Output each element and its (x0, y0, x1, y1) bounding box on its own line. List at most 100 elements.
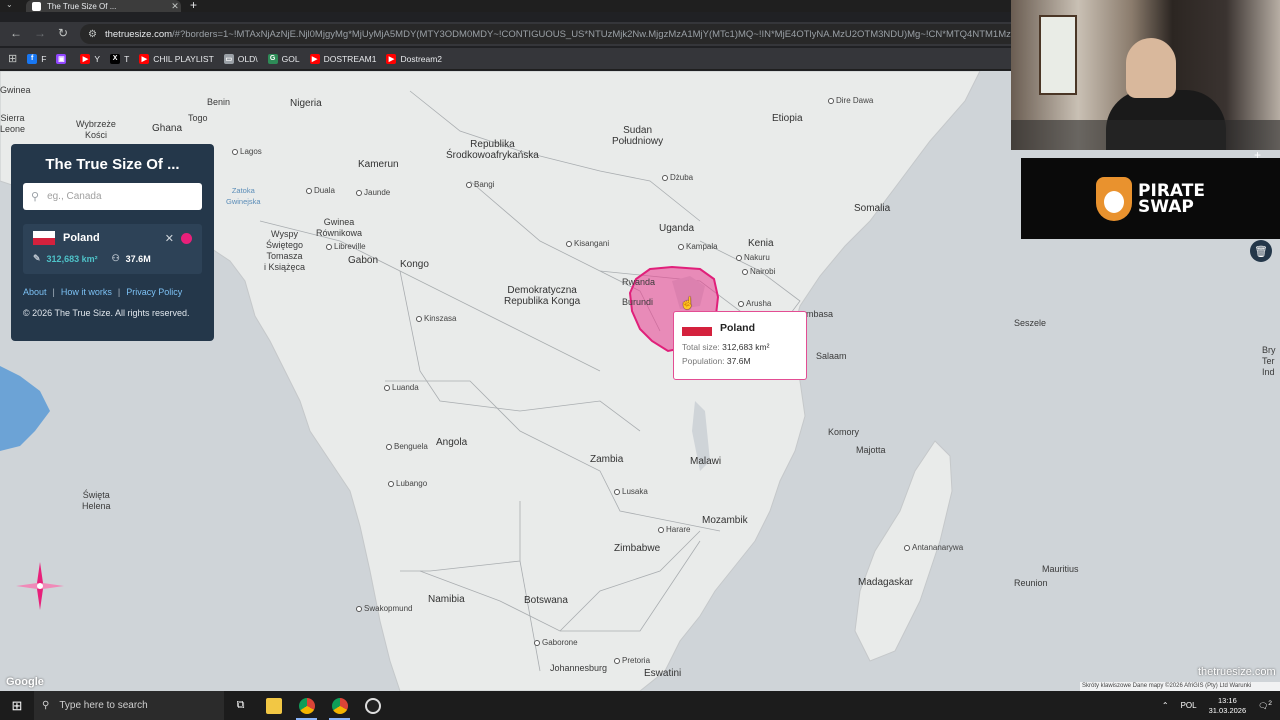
notification-icon[interactable]: 🗨2 (1258, 700, 1272, 711)
bookmark-item[interactable]: ▶ Dostream2 (386, 53, 442, 64)
panel-links: About | How it works | Privacy Policy (23, 287, 183, 297)
map-label: Zimbabwe (614, 543, 661, 554)
apps-icon[interactable]: ⊞ (8, 52, 17, 65)
map-label: Gwinea Równikowa (316, 217, 363, 238)
task-view-icon[interactable]: ⧉ (224, 691, 257, 720)
map-label: Angola (436, 437, 468, 448)
search-panel: The True Size Of ... ⚲ Poland ✕ ✎ 312,68… (11, 144, 214, 341)
bookmark-item[interactable]: ▣ (56, 53, 70, 64)
add-icon[interactable]: + (1254, 148, 1261, 162)
folder-icon: ▭ (223, 53, 234, 64)
map-label: Lagos (232, 146, 262, 157)
bookmark-item[interactable]: ▶ Y (80, 53, 100, 64)
trash-icon[interactable]: 🗑 (1250, 240, 1272, 262)
map-label: Swakopmund (356, 603, 412, 614)
bookmark-item[interactable]: ▭ OLD\ (223, 53, 258, 64)
map-label: Nakuru (736, 252, 770, 263)
color-picker-dot[interactable] (181, 233, 192, 244)
map-label: Madagaskar (858, 577, 914, 588)
tab-search-icon[interactable]: ⌄ (6, 0, 13, 9)
map-label: Demokratyczna Republika Konga (504, 285, 581, 307)
map-label: Republika Środkowoafrykańska (446, 139, 539, 161)
site-watermark: thetruesize.com (1198, 666, 1276, 678)
map-label: Johannesburg (550, 663, 608, 673)
map-label: Seszele (1014, 318, 1047, 328)
map-label: Kampala (678, 241, 718, 252)
map-label: Togo (188, 113, 208, 123)
bookmark-item[interactable]: ▶ DOSTREAM1 (309, 53, 376, 64)
country-search-input[interactable] (47, 191, 198, 202)
chrome-icon[interactable] (290, 691, 323, 720)
chrome-profile-icon[interactable] (323, 691, 356, 720)
google-logo[interactable]: Google (6, 676, 44, 688)
map-label: Antananarywa (904, 542, 963, 553)
windows-taskbar: ⊞ ⚲ Type here to search ⧉ ⌃ POL 13:16 31… (0, 691, 1280, 720)
map-label: Kamerun (358, 159, 399, 170)
search-icon: ⚲ (42, 700, 50, 711)
browser-tab-active[interactable]: The True Size Of ... ✕ (26, 0, 181, 12)
youtube-icon: ▶ (139, 53, 150, 64)
new-tab-button[interactable]: + (190, 0, 197, 12)
url-text[interactable]: thetruesize.com/#?borders=1~!MTAxNjAzNjE… (105, 29, 1020, 40)
bookmark-item[interactable]: ▶ CHIL PLAYLIST (139, 53, 214, 64)
file-explorer-icon[interactable] (257, 691, 290, 720)
hand-cursor-icon: ☝ (680, 296, 695, 310)
youtube-icon: ▶ (309, 53, 320, 64)
map-label: Jaunde (356, 187, 390, 198)
map-label: Burundi (622, 297, 654, 307)
map-label: Eswatini (644, 668, 682, 679)
map-label: Kinszasa (416, 313, 456, 324)
sponsor-banner: PIRATE SWAP (1021, 158, 1280, 239)
taskbar-search-placeholder: Type here to search (59, 700, 148, 711)
map-label: Malawi (690, 456, 722, 467)
map-label: Wybrzeże Kości (76, 119, 116, 140)
poland-flag-icon (33, 231, 55, 245)
chevron-up-icon[interactable]: ⌃ (1162, 701, 1169, 710)
site-info-icon[interactable]: ⚙ (88, 29, 97, 40)
population-icon: ⚇ (111, 253, 120, 263)
windows-start-icon[interactable]: ⊞ (0, 691, 34, 720)
map-attribution[interactable]: Skróty klawiszowe Dane mapy ©2026 AfriGI… (1080, 682, 1280, 691)
map-label: Mauritius (1042, 564, 1079, 574)
bookmark-item[interactable]: G GOL (267, 53, 300, 64)
map-label: Libreville (326, 241, 366, 252)
tab-close-icon[interactable]: ✕ (169, 1, 181, 12)
tooltip-population: Population: 37.6M (682, 356, 751, 366)
map-label: Harare (658, 524, 690, 535)
selected-country-card[interactable]: Poland ✕ ✎ 312,683 km² ⚇ 37.6M (23, 224, 202, 274)
map-label: Zatoka Gwinejska (226, 186, 261, 206)
map-label: Salaam (816, 351, 847, 361)
how-it-works-link[interactable]: How it works (61, 287, 112, 297)
map-label: Namibia (428, 594, 465, 605)
webcam-overlay (1011, 0, 1280, 150)
map-label: Kenia (748, 238, 774, 249)
country-population: 37.6M (125, 253, 151, 264)
obs-icon[interactable] (356, 691, 389, 720)
map-label: Sierra Leone (0, 113, 26, 134)
language-indicator[interactable]: POL (1181, 701, 1197, 710)
forward-icon[interactable]: → (34, 26, 46, 40)
country-search[interactable]: ⚲ (23, 183, 202, 210)
about-link[interactable]: About (23, 287, 47, 297)
remove-country-icon[interactable]: ✕ (165, 232, 174, 245)
bookmark-item[interactable]: XT (110, 53, 129, 64)
map-label: mbasa (806, 309, 834, 319)
map-label: Rwanda (622, 277, 656, 287)
bookmark-item[interactable]: fF (27, 53, 46, 64)
search-icon: ⚲ (31, 191, 40, 203)
back-icon[interactable]: ← (10, 26, 22, 40)
map-label: Duala (306, 185, 335, 196)
reload-icon[interactable]: ↻ (58, 26, 68, 40)
taskbar-search[interactable]: ⚲ Type here to search (34, 691, 224, 720)
country-name: Poland (63, 232, 100, 244)
privacy-policy-link[interactable]: Privacy Policy (126, 287, 182, 297)
map-label: Majotta (856, 445, 886, 455)
map-label: Święta Helena (82, 490, 111, 511)
address-bar[interactable]: ⚙ thetruesize.com/#?borders=1~!MTAxNjAzN… (80, 24, 1020, 44)
map-label: Dżuba (662, 172, 693, 183)
clock[interactable]: 13:16 31.03.2026 (1209, 696, 1247, 716)
poland-flag-icon (682, 327, 712, 336)
panel-title: The True Size Of ... (45, 156, 180, 173)
ruler-icon: ✎ (33, 253, 41, 263)
map-label: Arusha (738, 298, 771, 309)
